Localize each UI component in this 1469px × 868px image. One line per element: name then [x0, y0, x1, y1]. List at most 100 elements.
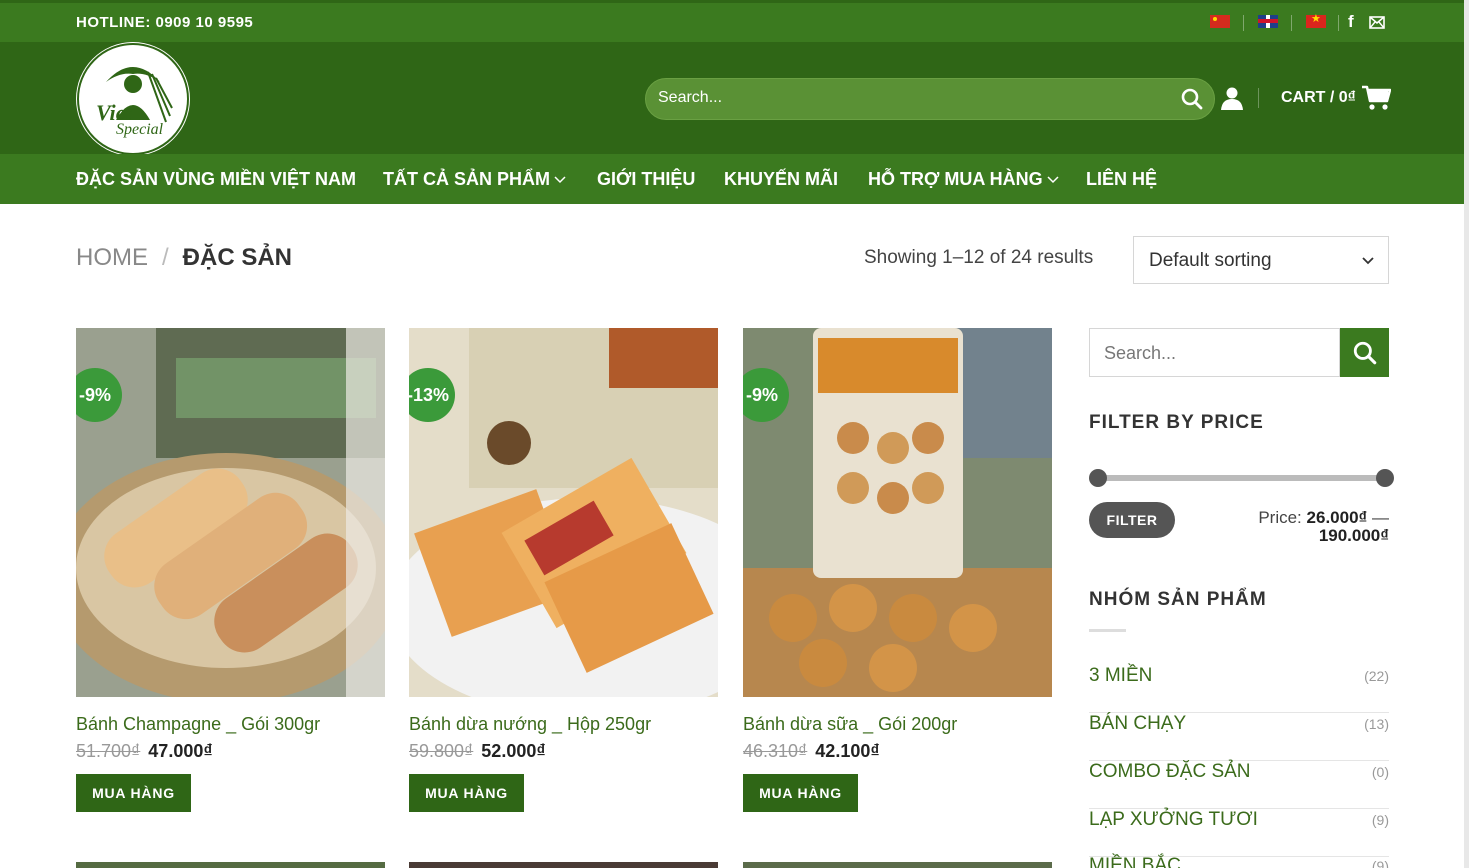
divider — [1243, 15, 1244, 31]
price-slider-max-handle[interactable] — [1376, 469, 1394, 487]
nav-label: HỖ TRỢ MUA HÀNG — [868, 169, 1043, 189]
category-item[interactable]: LẠP XƯỞNG TƯƠI (9) — [1089, 809, 1389, 857]
svg-text:Special: Special — [116, 121, 164, 138]
buy-button[interactable]: MUA HÀNG — [76, 774, 191, 812]
price-min: 26.000₫ — [1306, 508, 1368, 527]
breadcrumb-home[interactable]: HOME — [76, 244, 148, 272]
product-name[interactable]: Bánh Champagne _ Gói 300gr — [76, 714, 320, 735]
nav-item-dac-san[interactable]: ĐẶC SẢN VÙNG MIỀN VIỆT NAM — [76, 169, 356, 190]
logo[interactable]: Viet Special — [76, 42, 190, 156]
top-bar: HOTLINE: 0909 10 9595 f — [0, 0, 1464, 42]
filter-button[interactable]: FILTER — [1089, 502, 1175, 538]
nav-label: KHUYẾN MÃI — [724, 169, 839, 189]
product-photo-banh-dua-sua — [743, 328, 1052, 697]
sale-price: 42.100₫ — [815, 741, 880, 761]
sale-price: 52.000₫ — [481, 741, 546, 761]
hotline-text: HOTLINE: 0909 10 9595 — [76, 14, 254, 31]
header: Viet Special CART / 0₫ — [0, 42, 1464, 156]
product-card-next-row[interactable] — [743, 862, 1052, 868]
nav-label: ĐẶC SẢN VÙNG MIỀN VIỆT NAM — [76, 169, 357, 189]
product-card: -9% Bánh Champagne _ Gói 300gr 51.700₫ 47… — [76, 328, 385, 812]
product-photo-banh-dua-nuong — [409, 328, 718, 697]
product-name[interactable]: Bánh dừa nướng _ Hộp 250gr — [409, 714, 651, 735]
category-name[interactable]: MIỀN BẮC — [1089, 855, 1181, 868]
category-item[interactable]: COMBO ĐẶC SẢN (0) — [1089, 761, 1389, 809]
account-icon[interactable] — [1220, 86, 1244, 110]
cart-icon[interactable] — [1361, 84, 1391, 112]
divider — [1089, 629, 1126, 632]
category-item[interactable]: MIỀN BẮC (9) — [1089, 855, 1389, 868]
product-group-title: NHÓM SẢN PHẨM — [1089, 589, 1267, 610]
category-item[interactable]: BÁN CHẠY (13) — [1089, 713, 1389, 761]
divider — [1291, 15, 1292, 31]
sidebar-search-input[interactable] — [1104, 343, 1324, 364]
nav-label: LIÊN HỆ — [1086, 169, 1158, 189]
category-item[interactable]: 3 MIỀN (22) — [1089, 665, 1389, 713]
search-icon — [1353, 341, 1376, 364]
product-name[interactable]: Bánh dừa sữa _ Gói 200gr — [743, 714, 957, 735]
category-count: (9) — [1371, 858, 1389, 868]
mail-icon[interactable] — [1369, 16, 1385, 29]
product-image[interactable]: -9% — [743, 328, 1052, 697]
breadcrumb: HOME / ĐẶC SẢN — [76, 244, 292, 272]
product-price: 51.700₫ 47.000₫ — [76, 741, 213, 762]
sale-price: 47.000₫ — [148, 741, 213, 761]
chevron-down-icon — [1047, 175, 1059, 183]
buy-button[interactable]: MUA HÀNG — [409, 774, 524, 812]
category-name[interactable]: LẠP XƯỞNG TƯƠI — [1089, 809, 1258, 831]
nav-item-all-products[interactable]: TẤT CẢ SẢN PHẨM — [383, 169, 566, 190]
logo-graphic: Viet Special — [77, 43, 189, 155]
flag-china-icon[interactable] — [1210, 15, 1230, 28]
price-dash: — — [1372, 508, 1389, 527]
buy-button[interactable]: MUA HÀNG — [743, 774, 858, 812]
product-card-next-row[interactable] — [409, 862, 718, 868]
flag-uk-icon[interactable] — [1258, 15, 1278, 28]
old-price: 59.800₫ — [409, 741, 474, 761]
category-name[interactable]: COMBO ĐẶC SẢN — [1089, 761, 1251, 783]
nav-item-support[interactable]: HỖ TRỢ MUA HÀNG — [868, 169, 1059, 190]
sorting-select[interactable]: Default sorting — [1133, 236, 1389, 284]
breadcrumb-current: ĐẶC SẢN — [182, 244, 293, 271]
nav-item-promotions[interactable]: KHUYẾN MÃI — [724, 169, 838, 190]
sidebar-search-button[interactable] — [1340, 328, 1389, 377]
divider — [1338, 15, 1339, 31]
category-count: (13) — [1364, 716, 1389, 732]
price-slider-track[interactable] — [1097, 475, 1385, 481]
divider — [1258, 88, 1259, 108]
price-label: Price: — [1258, 508, 1302, 527]
sorting-selected: Default sorting — [1149, 250, 1272, 271]
old-price: 51.700₫ — [76, 741, 141, 761]
sidebar-search — [1089, 328, 1340, 377]
product-card-next-row[interactable] — [76, 862, 385, 868]
product-price: 46.310₫ 42.100₫ — [743, 741, 880, 762]
chevron-down-icon — [554, 175, 566, 183]
price-max: 190.000₫ — [1318, 526, 1389, 545]
nav-label: TẤT CẢ SẢN PHẨM — [383, 169, 550, 189]
nav-label: GIỚI THIỆU — [597, 169, 696, 189]
category-count: (0) — [1371, 764, 1389, 780]
category-count: (9) — [1371, 812, 1389, 828]
old-price: 46.310₫ — [743, 741, 808, 761]
nav-item-contact[interactable]: LIÊN HỆ — [1086, 169, 1157, 190]
cart-link[interactable]: CART / 0₫ — [1281, 89, 1356, 107]
flag-vietnam-icon[interactable] — [1306, 12, 1326, 28]
breadcrumb-separator: / — [162, 244, 169, 271]
product-price: 59.800₫ 52.000₫ — [409, 741, 546, 762]
facebook-icon[interactable]: f — [1348, 12, 1354, 32]
search-icon[interactable] — [1180, 87, 1204, 111]
search-input[interactable] — [658, 89, 1158, 107]
price-range-text: Price: 26.000₫ — 190.000₫ — [1200, 509, 1389, 545]
nav-item-about[interactable]: GIỚI THIỆU — [597, 169, 695, 190]
main-nav: ĐẶC SẢN VÙNG MIỀN VIỆT NAM TẤT CẢ SẢN PH… — [0, 154, 1464, 204]
results-count: Showing 1–12 of 24 results — [864, 247, 1094, 268]
filter-price-title: FILTER BY PRICE — [1089, 412, 1264, 433]
category-name[interactable]: BÁN CHẠY — [1089, 713, 1186, 735]
category-name[interactable]: 3 MIỀN — [1089, 665, 1152, 687]
scrollbar-track[interactable] — [1464, 0, 1469, 868]
product-card: -13% Bánh dừa nướng _ Hộp 250gr 59.800₫ 5… — [409, 328, 718, 812]
category-count: (22) — [1364, 668, 1389, 684]
product-image[interactable]: -9% — [76, 328, 385, 697]
page: HOTLINE: 0909 10 9595 f Viet Special — [0, 0, 1469, 868]
product-image[interactable]: -13% — [409, 328, 718, 697]
price-slider-min-handle[interactable] — [1089, 469, 1107, 487]
